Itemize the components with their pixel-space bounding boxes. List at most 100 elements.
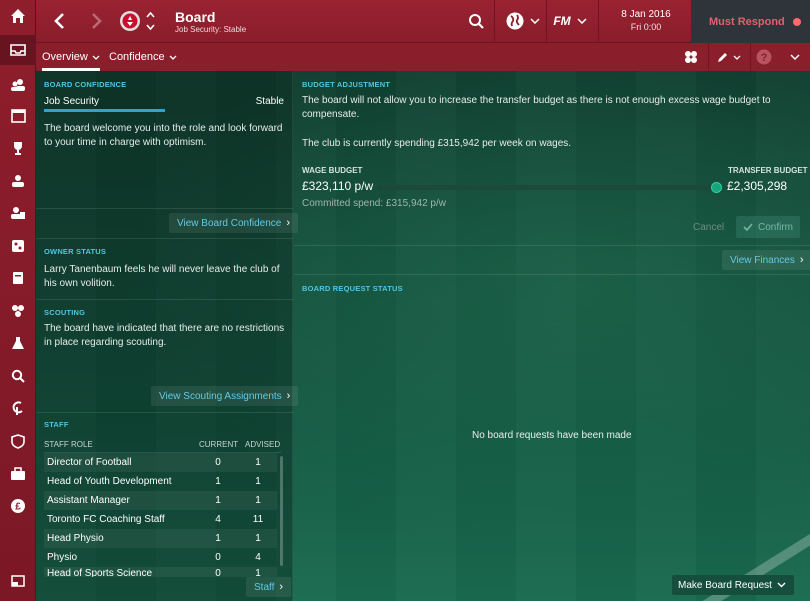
staff-button[interactable]: Staff › <box>246 577 292 597</box>
chevron-down-icon <box>733 55 740 60</box>
staff-advised: 1 <box>255 476 261 487</box>
no-requests-message: No board requests have been made <box>472 430 632 441</box>
svg-text:£: £ <box>15 502 21 513</box>
tactics-icon[interactable] <box>0 231 36 261</box>
svg-text:?: ? <box>761 52 768 64</box>
staff-advised: 1 <box>255 568 261 577</box>
tab-confidence[interactable]: Confidence <box>109 43 177 71</box>
divider <box>294 274 810 275</box>
divider <box>494 0 495 43</box>
staff-role: Physio <box>47 552 78 563</box>
staff-current: 0 <box>215 568 221 577</box>
chevron-down-icon <box>92 55 100 60</box>
home-icon[interactable] <box>0 1 36 31</box>
staff-role: Head of Youth Development <box>47 476 172 487</box>
left-column: BOARD CONFIDENCE Job Security Stable The… <box>36 71 299 601</box>
divider <box>294 245 810 246</box>
table-row[interactable]: Physio 0 4 <box>44 548 277 567</box>
table-row[interactable]: Director of Football 0 1 <box>44 453 277 472</box>
chevron-down-icon <box>777 582 786 588</box>
club-crest-icon[interactable] <box>118 9 142 33</box>
view-finances-button[interactable]: View Finances › <box>722 250 810 270</box>
forward-arrow-icon[interactable] <box>88 11 106 31</box>
tab-overview[interactable]: Overview <box>42 43 100 71</box>
divider <box>598 0 599 43</box>
current-date[interactable]: 8 Jan 2016 <box>611 9 681 20</box>
column-header-current[interactable]: CURRENT <box>199 440 238 449</box>
fm-menu[interactable]: FM <box>550 11 590 31</box>
search-icon[interactable] <box>466 11 486 31</box>
section-title-scouting: SCOUTING <box>44 308 86 317</box>
owner-status-text: Larry Tanenbaum feels he will never leav… <box>44 264 280 289</box>
table-row[interactable]: Head of Youth Development 1 1 <box>44 472 277 491</box>
view-scouting-assignments-button[interactable]: View Scouting Assignments › <box>151 386 299 406</box>
inbox-icon[interactable] <box>0 35 36 65</box>
back-arrow-icon[interactable] <box>50 11 68 31</box>
club-shield-icon[interactable] <box>0 426 36 456</box>
scouting-text: The board have indicated that there are … <box>44 323 285 348</box>
link-label: View Board Confidence <box>177 217 282 229</box>
tab-label: Overview <box>42 51 88 63</box>
column-header-role[interactable]: STAFF ROLE <box>44 440 93 449</box>
job-security-label: Job Security <box>44 96 100 107</box>
help-icon[interactable]: ? <box>755 48 773 66</box>
fm-coin-icon[interactable]: £ <box>0 491 36 521</box>
team-report-icon[interactable] <box>0 198 36 228</box>
squad-icon[interactable] <box>0 70 36 100</box>
divider <box>36 208 293 209</box>
must-respond-label: Must Respond <box>709 15 785 28</box>
budget-slider-handle[interactable] <box>711 182 722 193</box>
more-options-icon[interactable] <box>788 51 802 63</box>
side-navigation-rail: £ <box>0 0 36 601</box>
club-switch-icon[interactable] <box>144 9 156 33</box>
staff-current: 1 <box>215 533 221 544</box>
staff-advised: 11 <box>252 514 264 525</box>
staff-advised: 1 <box>255 457 261 468</box>
current-time: Fri 0:00 <box>630 22 662 32</box>
world-menu[interactable] <box>502 11 542 31</box>
exit-icon[interactable] <box>0 566 36 596</box>
budget-slider[interactable] <box>378 182 722 193</box>
edit-menu[interactable] <box>714 48 742 66</box>
table-row[interactable]: Assistant Manager 1 1 <box>44 491 277 510</box>
wage-budget-value: £323,110 p/w <box>302 179 374 193</box>
chevron-right-icon: › <box>799 254 804 266</box>
board-confidence-text: The board welcome you into the role and … <box>44 123 283 148</box>
must-respond-button[interactable]: Must Respond <box>691 0 810 43</box>
transfer-icon[interactable] <box>0 393 36 423</box>
staff-role: Director of Football <box>47 457 132 468</box>
make-board-request-button[interactable]: Make Board Request <box>672 575 794 595</box>
pen-icon <box>717 52 727 62</box>
trophy-icon[interactable] <box>0 133 36 163</box>
section-title-budget-adjustment: BUDGET ADJUSTMENT <box>302 80 391 89</box>
main-content: BOARD CONFIDENCE Job Security Stable The… <box>36 71 810 601</box>
schedule-icon[interactable] <box>0 101 36 131</box>
staff-icon[interactable] <box>0 166 36 196</box>
divider <box>750 43 751 71</box>
budget-slider-fill <box>378 185 718 190</box>
view-board-confidence-button[interactable]: View Board Confidence › <box>169 213 298 233</box>
confirm-label: Confirm <box>757 221 793 233</box>
staff-role: Toronto FC Coaching Staff <box>47 514 165 525</box>
chevron-down-icon <box>169 55 177 60</box>
confirm-button[interactable]: Confirm <box>736 216 800 238</box>
table-row[interactable]: Head of Sports Science 0 1 <box>44 567 277 577</box>
club-icon[interactable] <box>0 296 36 326</box>
search-icon[interactable] <box>0 361 36 391</box>
column-header-advised[interactable]: ADVISED <box>245 440 280 449</box>
budget-explanation: The board will not allow you to increase… <box>302 95 771 120</box>
training-icon[interactable] <box>0 263 36 293</box>
job-security-bar <box>44 109 165 112</box>
scouting-icon[interactable] <box>0 328 36 358</box>
staff-role: Head Physio <box>47 533 104 544</box>
cancel-button[interactable]: Cancel <box>685 216 732 238</box>
staff-scrollbar[interactable] <box>280 456 283 566</box>
transfer-budget-label: TRANSFER BUDGET <box>728 166 808 175</box>
club-network-icon[interactable] <box>682 48 700 66</box>
sub-navigation-bar: Overview Confidence ? <box>36 43 810 71</box>
table-row[interactable]: Head Physio 1 1 <box>44 529 277 548</box>
chevron-right-icon: › <box>286 390 291 402</box>
tab-label: Confidence <box>109 51 165 63</box>
table-row[interactable]: Toronto FC Coaching Staff 4 11 <box>44 510 277 529</box>
finances-icon[interactable] <box>0 459 36 489</box>
